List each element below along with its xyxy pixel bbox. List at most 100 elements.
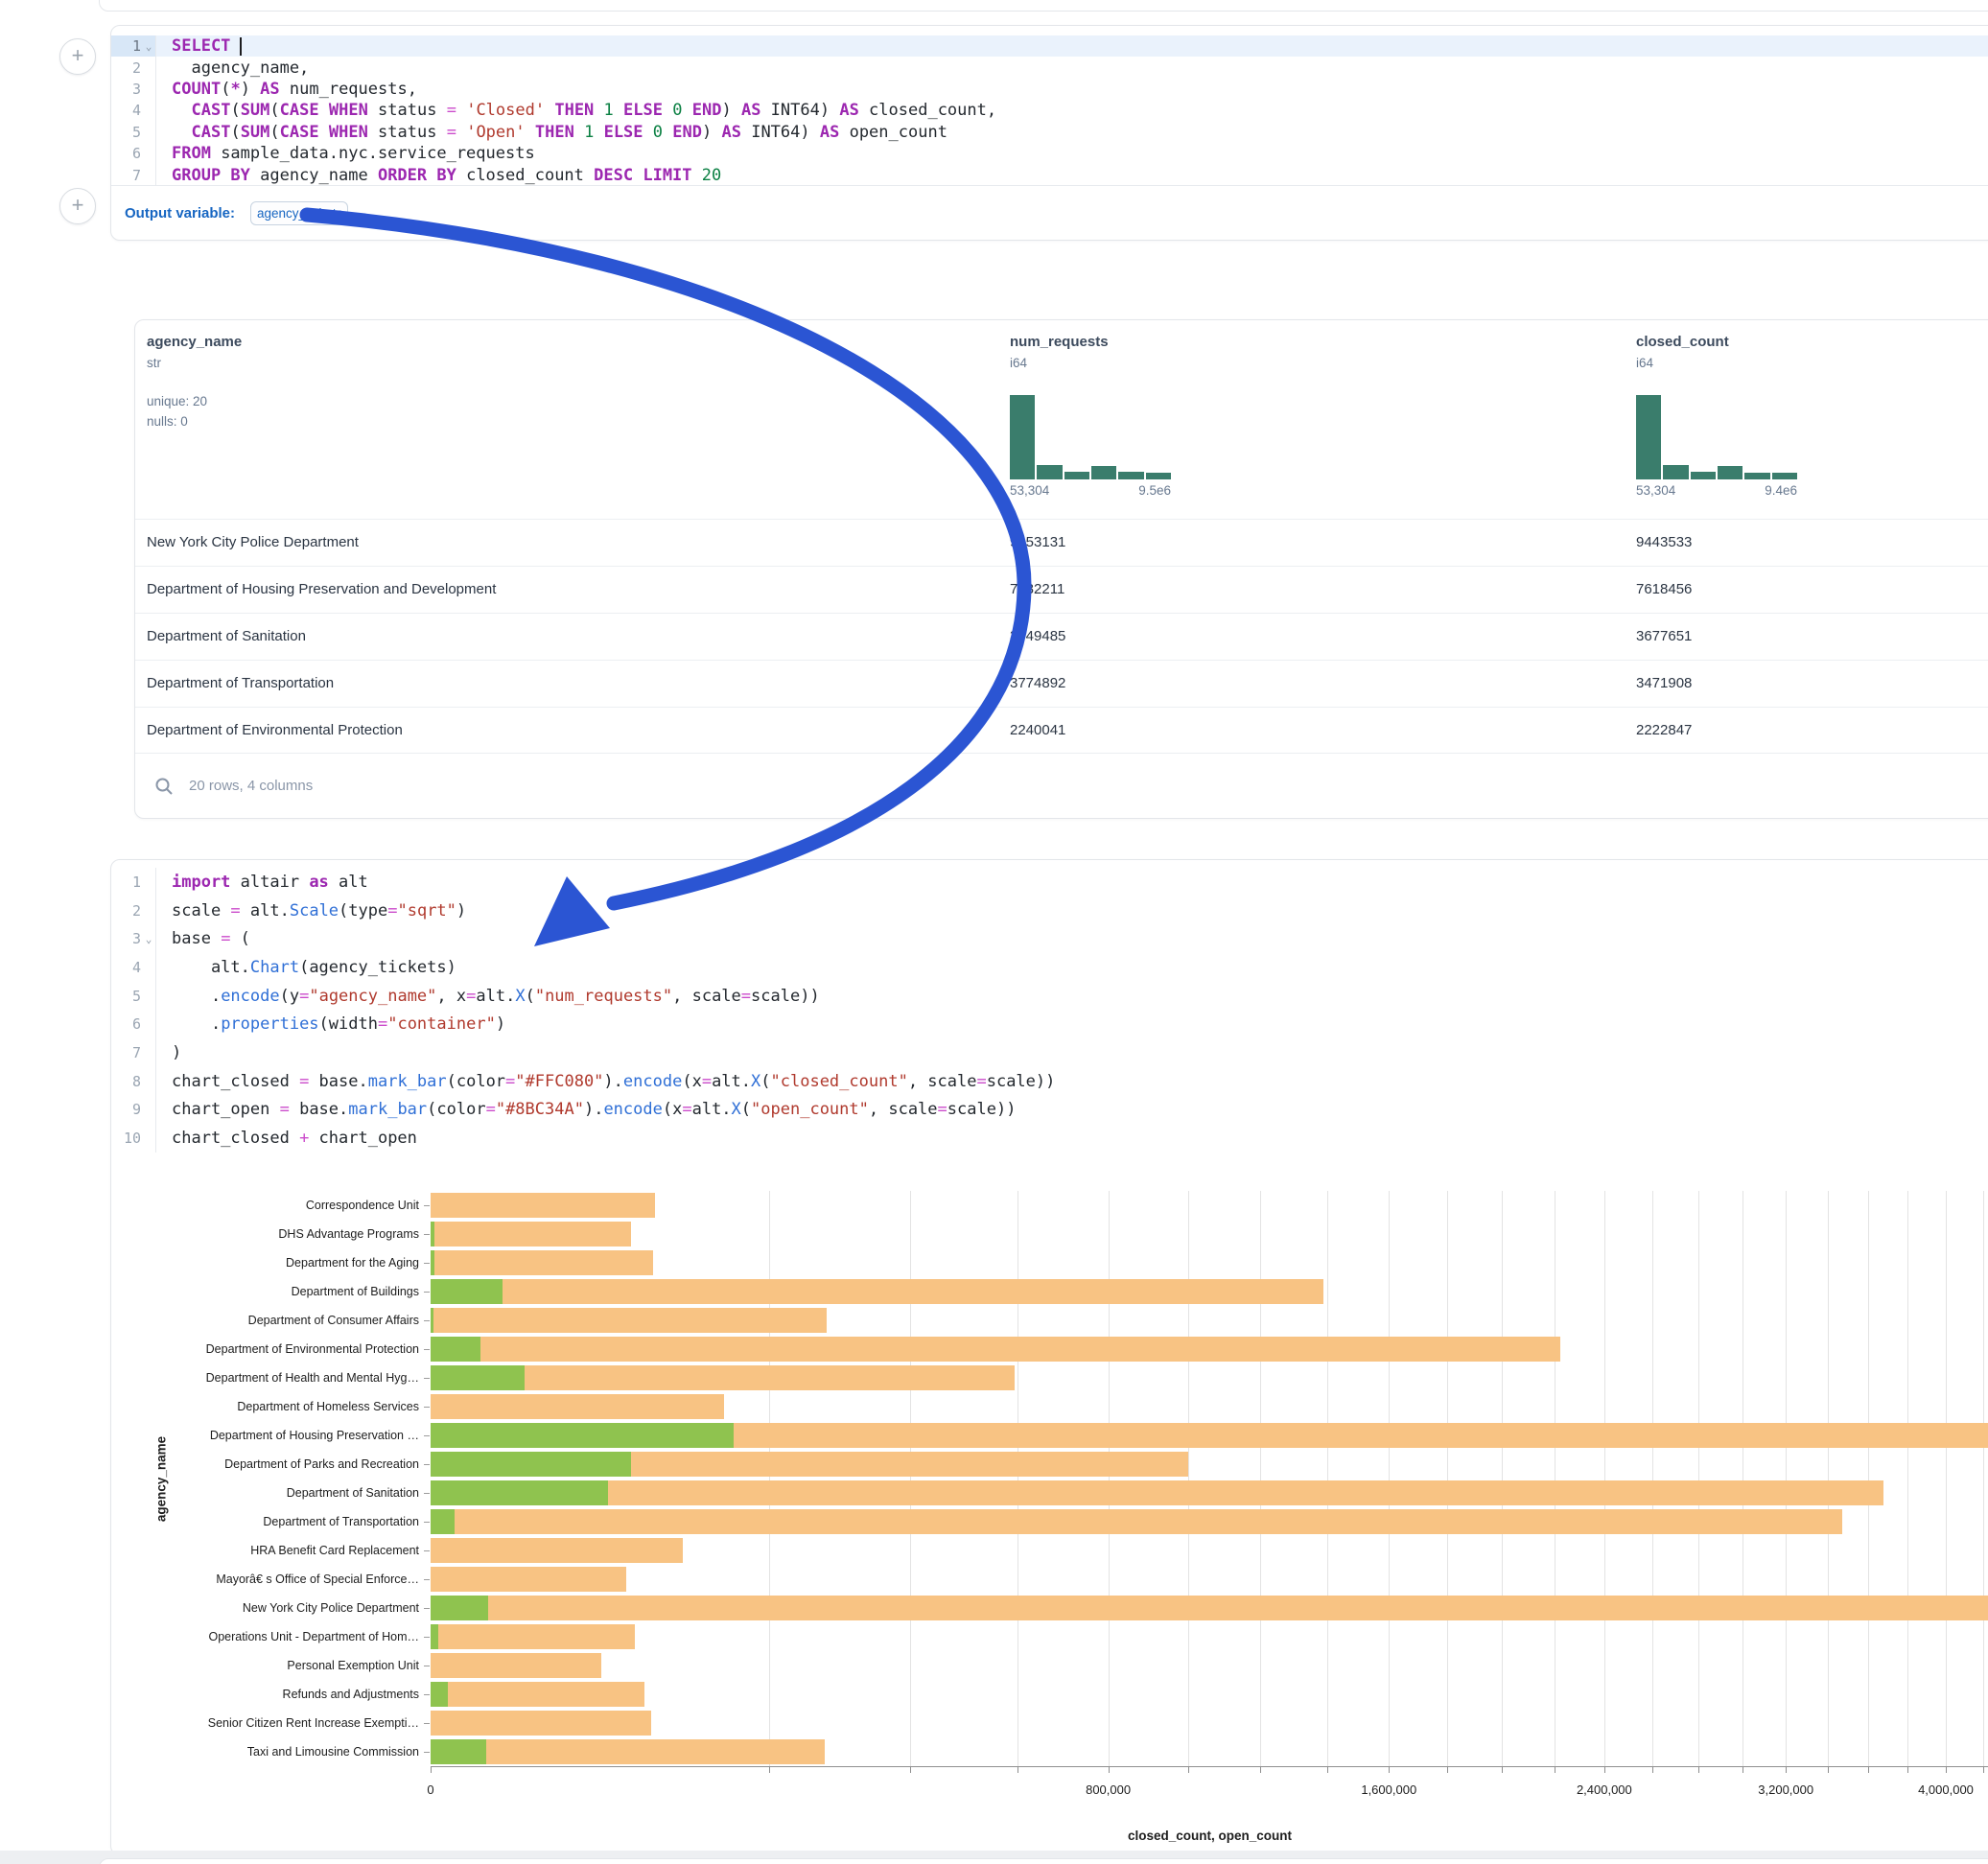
x-axis-tick-label: 800,000 <box>1086 1782 1131 1797</box>
y-axis-label: DHS Advantage Programs <box>111 1220 419 1248</box>
line-number: 6 <box>111 143 156 164</box>
line-number: 4 <box>111 953 156 982</box>
x-axis-title: closed_count, open_count <box>431 1829 1988 1843</box>
x-axis-tick-label: 0 <box>427 1782 433 1797</box>
tcell-num: 2240041 <box>1010 722 1065 738</box>
line-number: 7 <box>111 164 156 185</box>
python-code-editor[interactable]: 1import altair as alt2scale = alt.Scale(… <box>111 860 1988 1153</box>
gridline <box>1447 1191 1448 1766</box>
code-line[interactable]: 8chart_closed = base.mark_bar(color="#FF… <box>111 1067 1988 1096</box>
x-axis-tick <box>1983 1767 1984 1773</box>
line-number: 2 <box>111 897 156 925</box>
next-cell-edge <box>99 1858 1988 1864</box>
tcell-num: 3749485 <box>1010 628 1065 644</box>
histogram-bar <box>1663 465 1688 479</box>
bar-closed-count <box>431 1682 644 1707</box>
gridline <box>1946 1191 1947 1766</box>
y-axis-label: Senior Citizen Rent Increase Exempti… <box>111 1709 419 1737</box>
sql-code-editor[interactable]: 1⌄SELECT2 agency_name,3COUNT(*) AS num_r… <box>111 26 1988 186</box>
table-row[interactable]: Department of Transportation377489234719… <box>135 660 1988 708</box>
search-icon[interactable] <box>154 777 174 796</box>
y-axis-label: Correspondence Unit <box>111 1191 419 1220</box>
bar-open-count <box>431 1509 455 1534</box>
output-variable-row: Output variable: agency_tickets <box>111 185 1988 240</box>
line-number: 2 <box>111 57 156 78</box>
table-row[interactable]: Department of Environmental Protection22… <box>135 707 1988 755</box>
x-axis-tick <box>1742 1767 1743 1773</box>
y-axis-label: HRA Benefit Card Replacement <box>111 1536 419 1565</box>
histogram-bar <box>1772 473 1797 479</box>
line-number: 3⌄ <box>111 924 156 953</box>
line-number: 3 <box>111 79 156 100</box>
x-axis-tick <box>1447 1767 1448 1773</box>
code-line[interactable]: 4 CAST(SUM(CASE WHEN status = 'Closed' T… <box>111 100 1988 121</box>
x-axis-tick <box>1502 1767 1503 1773</box>
code-text: scale = alt.Scale(type="sqrt") <box>156 901 466 920</box>
y-axis-tick <box>424 1234 430 1235</box>
y-axis-label: Mayorâ€ s Office of Special Enforce… <box>111 1565 419 1594</box>
code-line[interactable]: 10chart_closed + chart_open <box>111 1124 1988 1153</box>
table-row[interactable]: Department of Housing Preservation and D… <box>135 566 1988 614</box>
line-number: 5 <box>111 122 156 143</box>
add-cell-button[interactable]: + <box>59 188 96 224</box>
x-axis-tick <box>1017 1767 1018 1773</box>
line-number: 6 <box>111 1010 156 1038</box>
previous-cell-edge <box>99 0 1988 12</box>
gridline <box>1786 1191 1787 1766</box>
x-axis-tick <box>1786 1767 1787 1773</box>
code-line[interactable]: 2 agency_name, <box>111 57 1988 78</box>
add-cell-button[interactable]: + <box>59 38 96 75</box>
column-title: agency_name <box>147 334 242 350</box>
code-text: import altair as alt <box>156 873 368 892</box>
code-line[interactable]: 7GROUP BY agency_name ORDER BY closed_co… <box>111 164 1988 185</box>
code-line[interactable]: 6 .properties(width="container") <box>111 1010 1988 1038</box>
code-text: alt.Chart(agency_tickets) <box>156 958 456 977</box>
code-line[interactable]: 1⌄SELECT <box>111 35 1988 57</box>
histogram-bar <box>1718 466 1742 479</box>
column-header-agency-name: agency_name str unique: 20 nulls: 0 <box>147 334 242 431</box>
tcell-num: 7782211 <box>1010 581 1064 597</box>
y-axis-label: Operations Unit - Department of Hom… <box>111 1622 419 1651</box>
code-text: SELECT <box>156 36 242 56</box>
column-stats: unique: 20 nulls: 0 <box>147 391 242 431</box>
tcell-name: Department of Transportation <box>147 675 334 691</box>
bar-closed-count <box>431 1567 626 1592</box>
code-text: chart_closed = base.mark_bar(color="#FFC… <box>156 1072 1055 1091</box>
gridline <box>1604 1191 1605 1766</box>
bar-open-count <box>431 1452 631 1477</box>
bar-open-count <box>431 1739 486 1764</box>
code-line[interactable]: 1import altair as alt <box>111 868 1988 897</box>
bar-open-count <box>431 1596 488 1620</box>
tcell-num: 3774892 <box>1010 675 1065 691</box>
fold-chevron-icon[interactable]: ⌄ <box>142 933 155 945</box>
code-line[interactable]: 6FROM sample_data.nyc.service_requests <box>111 143 1988 164</box>
code-line[interactable]: 5 CAST(SUM(CASE WHEN status = 'Open' THE… <box>111 122 1988 143</box>
fold-chevron-icon[interactable]: ⌄ <box>142 40 155 53</box>
code-line[interactable]: 9chart_open = base.mark_bar(color="#8BC3… <box>111 1096 1988 1125</box>
table-row[interactable]: Department of Sanitation37494853677651 <box>135 613 1988 661</box>
line-number: 5 <box>111 982 156 1011</box>
tcell-closed: 7618456 <box>1636 581 1692 597</box>
code-line[interactable]: 4 alt.Chart(agency_tickets) <box>111 953 1988 982</box>
line-number: 1 <box>111 868 156 897</box>
output-variable-input[interactable]: agency_tickets <box>250 201 348 225</box>
code-line[interactable]: 7) <box>111 1038 1988 1067</box>
y-axis-tick <box>424 1723 430 1724</box>
bar-open-count <box>431 1308 433 1333</box>
bar-closed-count <box>431 1624 635 1649</box>
table-row[interactable]: New York City Police Department945313194… <box>135 519 1988 567</box>
code-line[interactable]: 3⌄base = ( <box>111 924 1988 953</box>
output-variable-label: Output variable: <box>125 205 235 221</box>
x-axis-tick <box>1698 1767 1699 1773</box>
histogram-bar <box>1744 473 1769 479</box>
x-axis-tick-label: 4,000,000 <box>1918 1782 1974 1797</box>
y-axis-label: New York City Police Department <box>111 1594 419 1622</box>
code-line[interactable]: 2scale = alt.Scale(type="sqrt") <box>111 897 1988 925</box>
result-table-card: agency_name str unique: 20 nulls: 0 num_… <box>134 319 1988 819</box>
code-line[interactable]: 5 .encode(y="agency_name", x=alt.X("num_… <box>111 982 1988 1011</box>
gridline <box>769 1191 770 1766</box>
code-line[interactable]: 3COUNT(*) AS num_requests, <box>111 79 1988 100</box>
bar-open-count <box>431 1423 734 1448</box>
y-axis-label: Department of Sanitation <box>111 1479 419 1507</box>
y-axis-tick <box>424 1435 430 1436</box>
